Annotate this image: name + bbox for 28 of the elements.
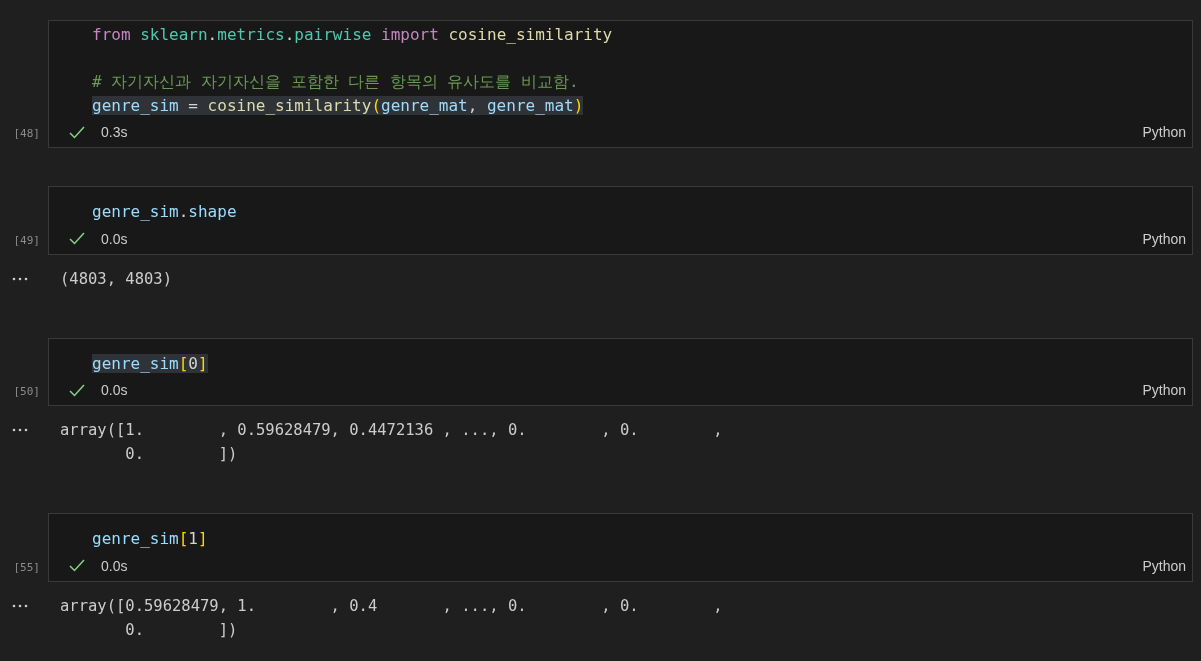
execution-time: 0.0s	[101, 382, 128, 398]
more-icon[interactable]	[12, 603, 28, 608]
code-cell[interactable]: genre_sim[0] 0.0s Python	[48, 337, 1193, 406]
code-cell[interactable]: genre_sim.shape 0.0s Python	[48, 186, 1193, 255]
output-text: 0. ])	[124, 444, 239, 465]
more-icon[interactable]	[12, 276, 28, 281]
code-cell[interactable]: genre_sim[1] 0.0s Python	[48, 513, 1193, 582]
output-text: array([0.59628479, 1. , 0.4 , ..., 0. , 0. ,	[60, 595, 723, 617]
code-line: genre_sim.shape	[92, 202, 237, 221]
execution-count: [49]	[13, 233, 40, 247]
language-label[interactable]: Python	[1142, 124, 1186, 140]
language-label[interactable]: Python	[1142, 230, 1186, 247]
execution-count: [50]	[13, 385, 40, 398]
code-cell[interactable]: from sklearn.metrics.pairwise import cosine_similarity # 자기자신과 자기자신을 포함한 다른 항목의 유사도를 비교함. genre_sim = cosine_similarity(genre_mat, genre_mat) 0.3s Python	[48, 20, 1193, 148]
language-label[interactable]: Python	[1142, 557, 1186, 574]
code-line: from sklearn.metrics.pairwise import cosine_similarity	[92, 25, 613, 44]
output-text: 0. ])	[124, 619, 239, 641]
execution-time: 0.0s	[101, 557, 128, 574]
more-icon[interactable]	[12, 428, 28, 432]
output-text: array([1. , 0.59628479, 0.4472136 , ..., 0. , 0. ,	[60, 420, 723, 441]
output-text: (4803, 4803)	[60, 268, 172, 290]
execution-time: 0.3s	[101, 124, 128, 140]
code-line: # 자기자신과 자기자신을 포함한 다른 항목의 유사도를 비교함.	[92, 72, 579, 91]
code-line: genre_sim[1]	[92, 529, 208, 548]
execution-count: [48]	[13, 127, 40, 140]
language-label[interactable]: Python	[1142, 382, 1186, 398]
execution-time: 0.0s	[101, 230, 128, 247]
execution-count: [55]	[13, 560, 40, 574]
